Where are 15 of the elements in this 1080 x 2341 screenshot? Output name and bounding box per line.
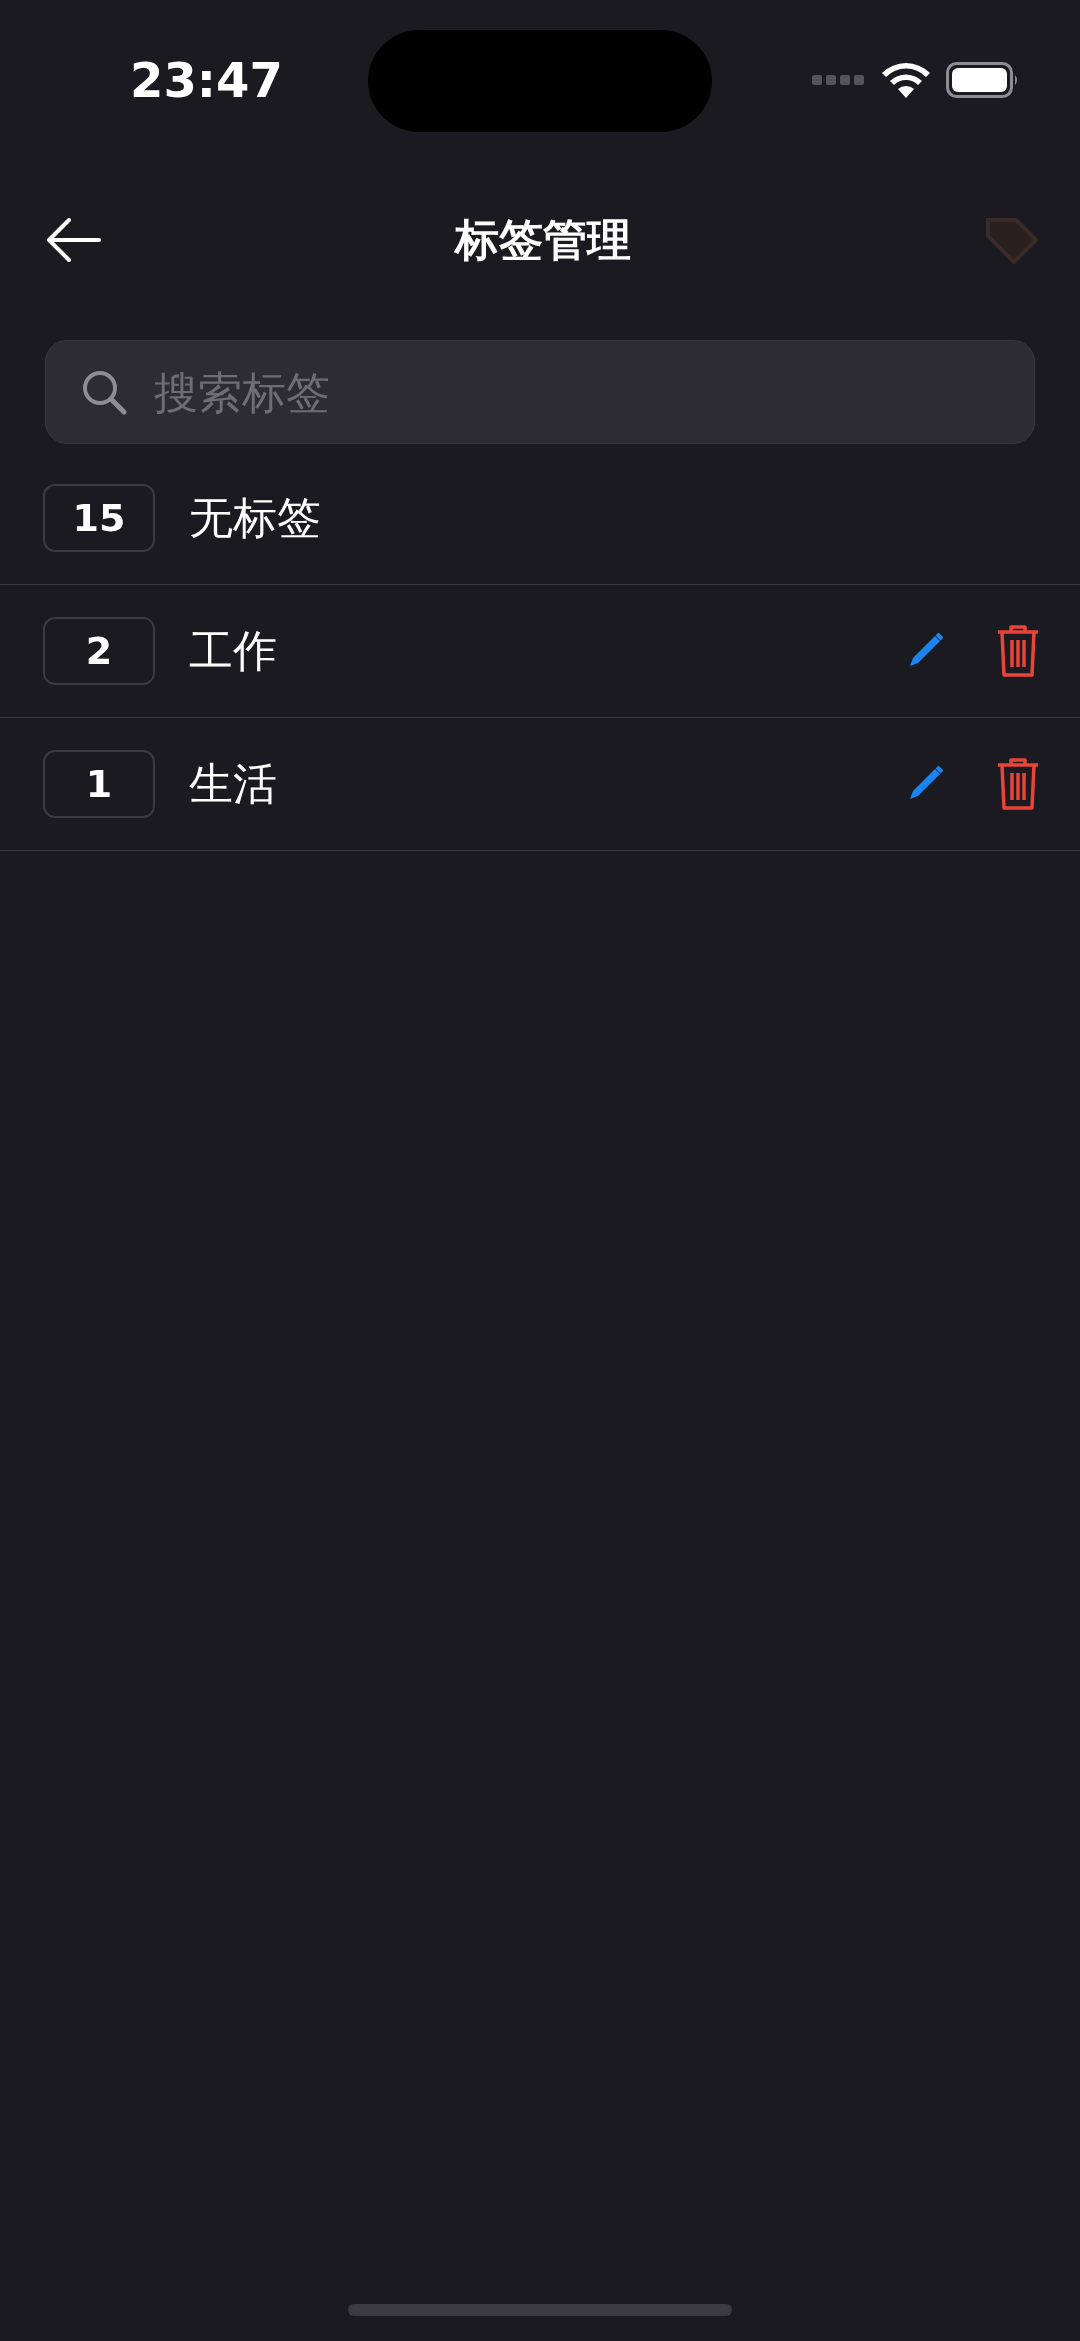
tag-name[interactable]: 无标签 — [189, 485, 1040, 551]
tag-name[interactable]: 生活 — [189, 751, 904, 817]
tag-count: 15 — [43, 484, 155, 552]
tag-count: 1 — [43, 750, 155, 818]
back-button[interactable] — [45, 217, 101, 263]
page-title: 标签管理 — [454, 213, 631, 267]
signal-icon — [812, 75, 866, 85]
status-time: 23:47 — [130, 56, 283, 104]
delete-button[interactable] — [996, 757, 1040, 811]
delete-button[interactable] — [996, 624, 1040, 678]
search-field[interactable]: 搜索标签 — [45, 340, 1035, 444]
tag-count: 2 — [43, 617, 155, 685]
tag-name[interactable]: 工作 — [189, 618, 904, 684]
battery-icon — [946, 62, 1020, 98]
wifi-icon — [882, 62, 930, 98]
